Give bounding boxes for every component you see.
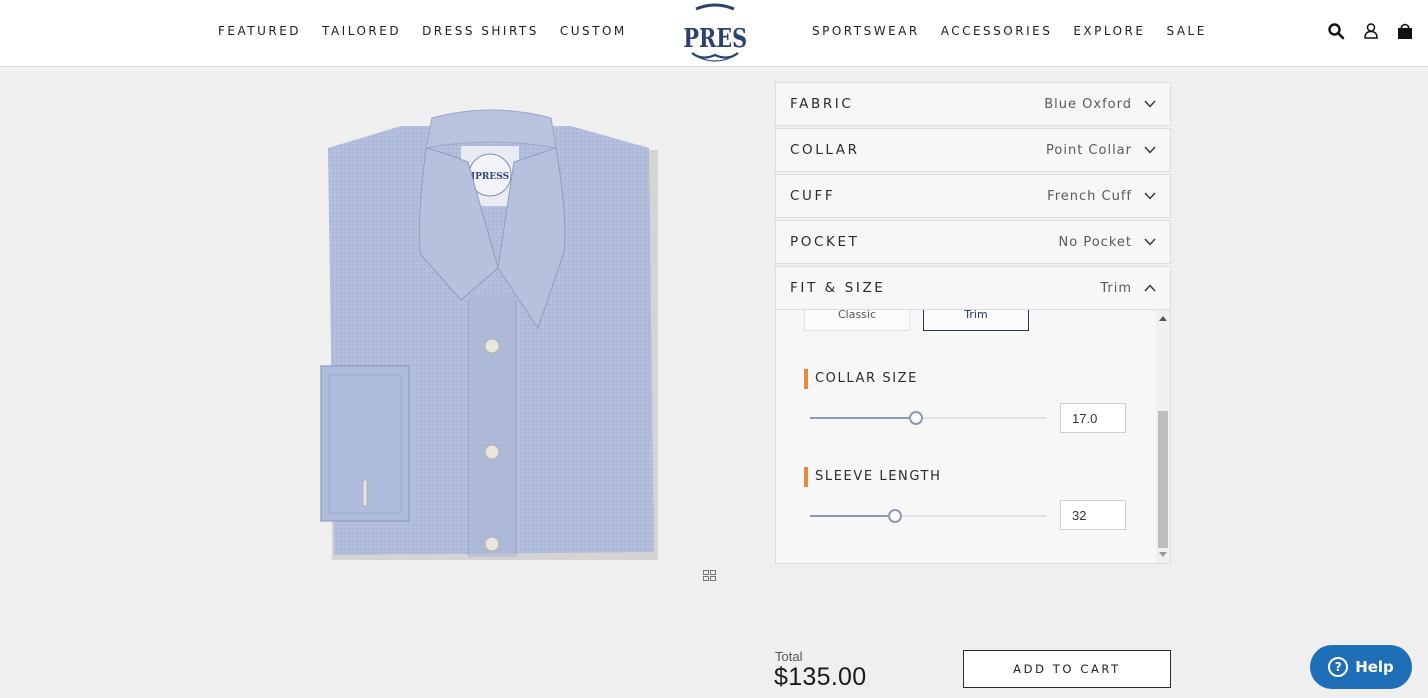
scroll-up-arrow-icon[interactable] bbox=[1159, 316, 1167, 321]
option-label: COLLAR bbox=[790, 142, 860, 158]
sleeve-length-fill bbox=[810, 515, 895, 517]
collar-size-input[interactable]: 17.0 bbox=[1060, 403, 1126, 433]
option-value: Point Collar bbox=[1046, 142, 1132, 158]
nav-left: FEATURED TAILORED DRESS SHIRTS CUSTOM bbox=[218, 24, 627, 38]
nav-tailored[interactable]: TAILORED bbox=[322, 24, 401, 38]
fit-size-panel: Classic Trim COLLAR SIZE 17.0 SLEEVE LEN… bbox=[775, 310, 1171, 564]
fit-option-trim[interactable]: Trim bbox=[923, 310, 1029, 331]
option-value: Trim bbox=[1100, 280, 1132, 296]
account-icon[interactable] bbox=[1362, 22, 1380, 40]
option-cuff[interactable]: CUFF French Cuff bbox=[775, 174, 1171, 218]
bag-icon[interactable] bbox=[1396, 22, 1414, 40]
expand-image-icon[interactable] bbox=[703, 570, 716, 581]
total-label: Total bbox=[775, 649, 803, 664]
sleeve-length-thumb[interactable] bbox=[887, 509, 902, 523]
search-icon[interactable] bbox=[1327, 22, 1345, 40]
option-value: French Cuff bbox=[1047, 188, 1132, 204]
collar-size-thumb[interactable] bbox=[909, 411, 924, 425]
option-label: FABRIC bbox=[790, 96, 854, 112]
svg-text:JPRESS: JPRESS bbox=[470, 172, 509, 182]
shirt-image: JPRESS bbox=[320, 109, 658, 560]
sleeve-length-title: SLEEVE LENGTH bbox=[804, 467, 941, 487]
option-value: No Pocket bbox=[1058, 234, 1132, 250]
option-fit-size[interactable]: FIT & SIZE Trim bbox=[775, 266, 1171, 310]
nav-explore[interactable]: EXPLORE bbox=[1073, 24, 1145, 38]
nav-featured[interactable]: FEATURED bbox=[218, 24, 301, 38]
nav-sale[interactable]: SALE bbox=[1166, 24, 1206, 38]
nav-dress-shirts[interactable]: DRESS SHIRTS bbox=[422, 24, 539, 38]
nav-custom[interactable]: CUSTOM bbox=[560, 24, 627, 38]
collar-size-fill bbox=[810, 417, 917, 419]
total-price: $135.00 bbox=[774, 663, 867, 691]
chevron-down-icon bbox=[1144, 146, 1156, 154]
help-button[interactable]: ? Help bbox=[1310, 645, 1412, 689]
chevron-down-icon bbox=[1144, 192, 1156, 200]
add-to-cart-button[interactable]: ADD TO CART bbox=[963, 650, 1171, 688]
scroll-down-arrow-icon[interactable] bbox=[1159, 552, 1167, 557]
option-fabric[interactable]: FABRIC Blue Oxford bbox=[775, 82, 1171, 126]
fit-option-classic[interactable]: Classic bbox=[804, 310, 910, 331]
chevron-up-icon bbox=[1144, 284, 1156, 292]
site-header: FEATURED TAILORED DRESS SHIRTS CUSTOM J.… bbox=[0, 0, 1428, 67]
chevron-down-icon bbox=[1144, 238, 1156, 246]
option-collar[interactable]: COLLAR Point Collar bbox=[775, 128, 1171, 172]
collar-size-title: COLLAR SIZE bbox=[804, 369, 918, 389]
collar-size-slider[interactable] bbox=[810, 411, 1046, 425]
option-label: POCKET bbox=[790, 234, 860, 250]
help-label: Help bbox=[1355, 658, 1394, 676]
option-pocket[interactable]: POCKET No Pocket bbox=[775, 220, 1171, 264]
sleeve-length-slider[interactable] bbox=[810, 509, 1046, 523]
nav-sportswear[interactable]: SPORTSWEAR bbox=[812, 24, 920, 38]
option-label: FIT & SIZE bbox=[790, 280, 886, 296]
scrollbar-thumb[interactable] bbox=[1158, 411, 1168, 548]
svg-text:J.PRESS: J.PRESS bbox=[684, 23, 746, 54]
nav-right: SPORTSWEAR ACCESSORIES EXPLORE SALE bbox=[812, 24, 1207, 38]
help-icon: ? bbox=[1328, 657, 1349, 677]
jpress-logo[interactable]: J.PRESS bbox=[684, 3, 746, 63]
option-value: Blue Oxford bbox=[1044, 96, 1132, 112]
nav-accessories[interactable]: ACCESSORIES bbox=[941, 24, 1053, 38]
option-label: CUFF bbox=[790, 188, 836, 204]
panel-scrollbar[interactable] bbox=[1156, 310, 1170, 563]
chevron-down-icon bbox=[1144, 100, 1156, 108]
sleeve-length-input[interactable]: 32 bbox=[1060, 500, 1126, 530]
